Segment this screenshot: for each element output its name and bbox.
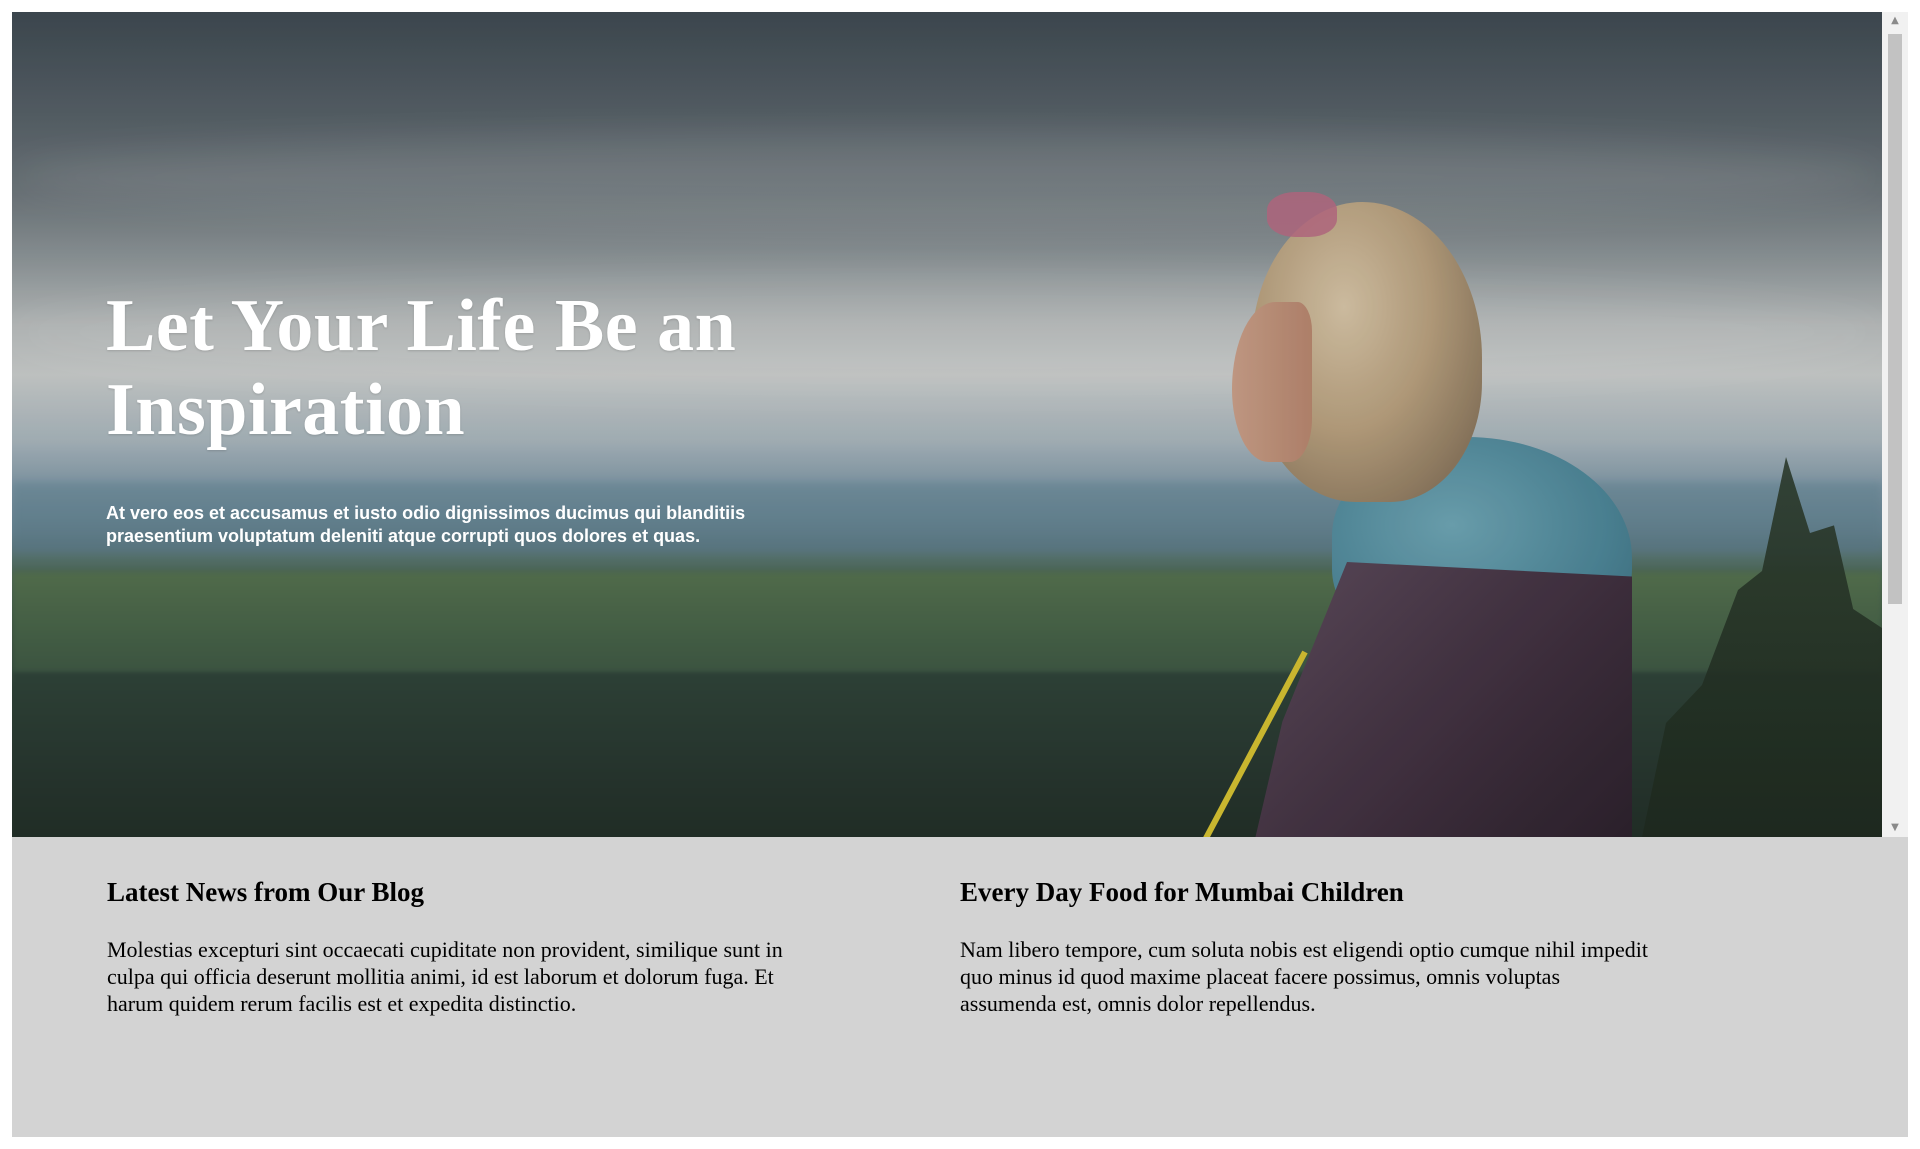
- mumbai-food-column: Every Day Food for Mumbai Children Nam l…: [960, 837, 1720, 1017]
- hero-content: Let Your Life Be an Inspiration At vero …: [106, 284, 826, 548]
- scrollbar-thumb[interactable]: [1888, 34, 1902, 604]
- hero-description-line-2: praesentium voluptatum deleniti atque co…: [106, 526, 701, 546]
- blog-news-text-line: harum quidem rerum facilis est et expedi…: [107, 991, 577, 1016]
- hero-title-line-1: Let Your Life Be an: [106, 285, 737, 367]
- blog-news-text-line: Molestias excepturi sint occaecati cupid…: [107, 937, 783, 962]
- mumbai-food-text-line: Nam libero tempore, cum soluta nobis est…: [960, 937, 1648, 962]
- blog-news-column: Latest News from Our Blog Molestias exce…: [107, 837, 867, 1017]
- hero-description-line-1: At vero eos et accusamus et iusto odio d…: [106, 503, 746, 523]
- blog-news-text: Molestias excepturi sint occaecati cupid…: [107, 936, 867, 1017]
- mumbai-food-text: Nam libero tempore, cum soluta nobis est…: [960, 936, 1720, 1017]
- scroll-down-arrow-icon[interactable]: ▼: [1882, 819, 1908, 837]
- blog-news-heading: Latest News from Our Blog: [107, 877, 424, 907]
- mumbai-food-text-line: quo minus id quod maxime placeat facere …: [960, 964, 1561, 989]
- hero-title: Let Your Life Be an Inspiration: [106, 284, 826, 452]
- vertical-scrollbar[interactable]: ▲ ▼: [1882, 12, 1908, 837]
- hero-title-line-2: Inspiration: [106, 369, 466, 451]
- page-frame: Let Your Life Be an Inspiration At vero …: [12, 12, 1908, 1137]
- mumbai-food-text-line: assumenda est, omnis dolor repellendus.: [960, 991, 1316, 1016]
- scroll-up-arrow-icon[interactable]: ▲: [1882, 12, 1908, 30]
- mumbai-food-heading: Every Day Food for Mumbai Children: [960, 877, 1404, 907]
- content-section: Latest News from Our Blog Molestias exce…: [12, 837, 1908, 1137]
- blog-news-text-line: culpa qui officia deserunt mollitia anim…: [107, 964, 774, 989]
- hero-description: At vero eos et accusamus et iusto odio d…: [106, 502, 826, 548]
- hero-section: Let Your Life Be an Inspiration At vero …: [12, 12, 1882, 837]
